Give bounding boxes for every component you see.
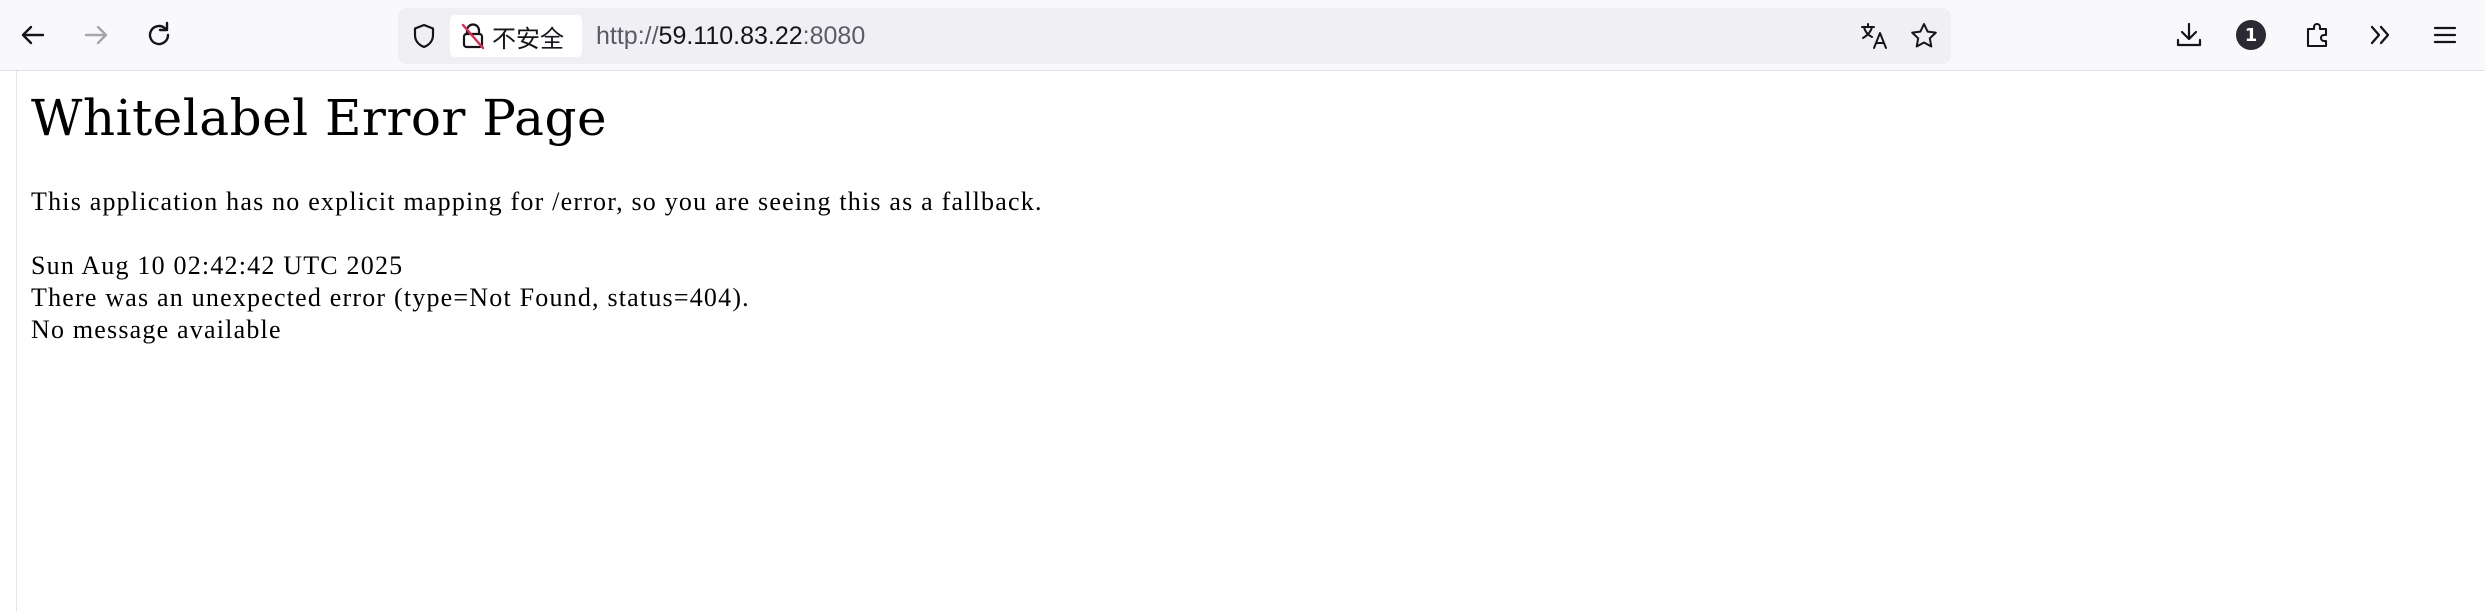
reload-button[interactable]: [136, 12, 182, 58]
address-bar[interactable]: 不安全 http://59.110.83.22:8080: [398, 8, 1951, 64]
shield-icon[interactable]: [410, 22, 438, 50]
forward-button[interactable]: [73, 12, 119, 58]
star-icon: [1911, 23, 1937, 48]
app-menu-button[interactable]: [2422, 12, 2468, 58]
reload-icon: [148, 21, 170, 46]
bookmark-star-button[interactable]: [1908, 20, 1940, 52]
browser-toolbar: 不安全 http://59.110.83.22:8080 1: [0, 0, 2485, 71]
url-port: :8080: [802, 22, 866, 50]
extension-badge-button[interactable]: 1: [2236, 20, 2266, 50]
hamburger-menu-icon: [2433, 26, 2457, 44]
insecure-lock-icon: [461, 23, 485, 50]
page-content: Whitelabel Error Page This application h…: [16, 71, 2485, 611]
back-arrow-icon: [21, 25, 45, 45]
url-host: 59.110.83.22: [658, 22, 803, 50]
forward-arrow-icon: [84, 25, 108, 45]
translate-button[interactable]: [1858, 20, 1890, 52]
back-button[interactable]: [10, 12, 56, 58]
site-identity-button[interactable]: 不安全: [450, 15, 582, 57]
error-timestamp: Sun Aug 10 02:42:42 UTC 2025: [31, 251, 404, 280]
error-message: No message available: [31, 315, 282, 344]
url-text[interactable]: http://59.110.83.22:8080: [596, 22, 865, 50]
double-chevron-icon: [2370, 25, 2390, 45]
downloads-button[interactable]: [2166, 12, 2212, 58]
puzzle-icon: [2306, 23, 2328, 48]
extensions-button[interactable]: [2295, 12, 2341, 58]
overflow-button[interactable]: [2358, 12, 2404, 58]
page-title: Whitelabel Error Page: [31, 89, 608, 147]
insecure-label: 不安全: [492, 24, 564, 53]
translate-icon: [1861, 23, 1887, 49]
error-explanation: This application has no explicit mapping…: [31, 187, 1043, 216]
error-status-line: There was an unexpected error (type=Not …: [31, 283, 750, 312]
download-icon: [2176, 22, 2202, 47]
url-scheme: http://: [596, 22, 659, 50]
